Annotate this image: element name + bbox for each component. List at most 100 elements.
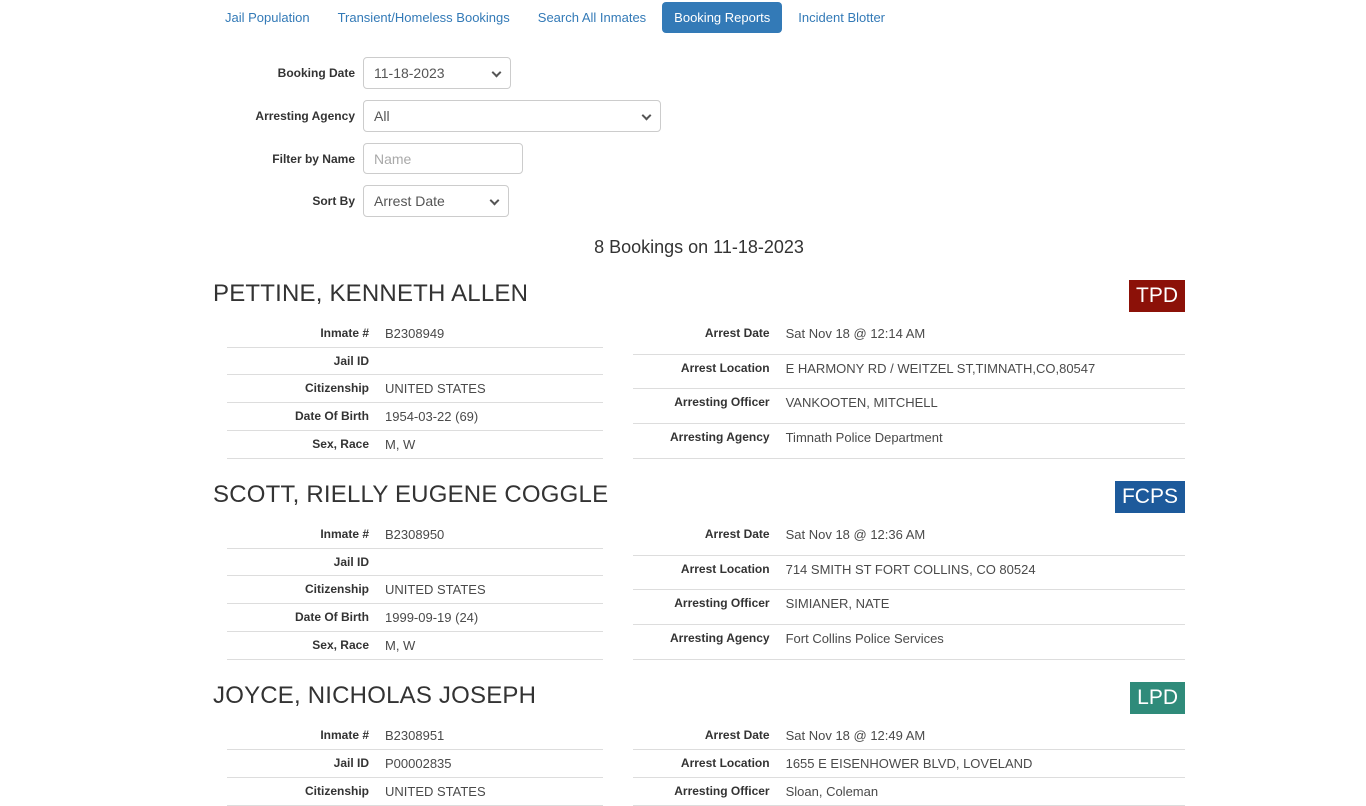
arrest-details-table: Arrest Date Sat Nov 18 @ 12:36 AM Arrest… <box>632 521 1185 660</box>
field-label: Inmate # <box>227 320 377 348</box>
field-label: Arrest Date <box>632 722 778 750</box>
citizenship-value: UNITED STATES <box>377 374 603 403</box>
record-body: Inmate # B2308949 Jail ID Citizenship UN… <box>213 320 1185 459</box>
inmate-number-value: B2308950 <box>377 521 603 549</box>
arrest-date-value: Sat Nov 18 @ 12:14 AM <box>777 320 1185 355</box>
name-filter-input[interactable] <box>363 143 523 174</box>
field-label: Arresting Officer <box>632 388 778 425</box>
field-label: Jail ID <box>227 548 377 576</box>
table-row: Citizenship UNITED STATES <box>227 777 603 806</box>
agency-badge: TPD <box>1129 280 1185 312</box>
tab-incident-blotter[interactable]: Incident Blotter <box>786 2 897 33</box>
field-label: Inmate # <box>227 521 377 549</box>
field-label: Sex, Race <box>227 430 377 459</box>
field-label: Citizenship <box>227 575 377 604</box>
arresting-agency-select[interactable]: All <box>363 100 661 132</box>
sort-by-select[interactable]: Arrest Date <box>363 185 509 217</box>
table-row: Arresting Officer Sloan, Coleman <box>632 777 1185 806</box>
arrest-date-value: Sat Nov 18 @ 12:49 AM <box>777 722 1185 750</box>
arrest-location-value: E HARMONY RD / WEITZEL ST,TIMNATH,CO,805… <box>777 354 1185 390</box>
arresting-agency-row: Arresting Agency All <box>213 100 1185 132</box>
table-row: Inmate # B2308949 <box>227 320 603 348</box>
record-header: JOYCE, NICHOLAS JOSEPH LPD <box>213 682 1185 714</box>
table-row: Arresting Agency Timnath Police Departme… <box>632 423 1185 459</box>
tab-jail-population[interactable]: Jail Population <box>213 2 322 33</box>
table-row: Arrest Date Sat Nov 18 @ 12:36 AM <box>632 521 1185 556</box>
record-header: SCOTT, RIELLY EUGENE COGGLE FCPS <box>213 481 1185 513</box>
inmate-name: SCOTT, RIELLY EUGENE COGGLE <box>213 481 609 508</box>
field-label: Citizenship <box>227 777 377 806</box>
field-label: Arresting Agency <box>632 624 778 660</box>
date-of-birth-value: 1954-03-22 (69) <box>377 402 603 431</box>
table-row: Arresting Agency Fort Collins Police Ser… <box>632 624 1185 660</box>
table-row: Citizenship UNITED STATES <box>227 575 603 604</box>
tab-transient-homeless-bookings[interactable]: Transient/Homeless Bookings <box>326 2 522 33</box>
inmate-number-value: B2308951 <box>377 722 603 750</box>
sort-by-label: Sort By <box>312 194 355 208</box>
table-row: Arrest Location 714 SMITH ST FORT COLLIN… <box>632 555 1185 591</box>
table-row: Jail ID <box>227 347 603 375</box>
citizenship-value: UNITED STATES <box>377 575 603 604</box>
tab-booking-reports[interactable]: Booking Reports <box>662 2 783 33</box>
table-row: Date Of Birth 1999-09-19 (24) <box>227 603 603 632</box>
field-label: Date Of Birth <box>227 402 377 431</box>
sex-race-value: M, W <box>377 430 603 459</box>
field-label: Arrest Date <box>632 320 778 355</box>
field-label: Arresting Officer <box>632 777 778 806</box>
inmate-details-table: Inmate # B2308951 Jail ID P00002835 Citi… <box>227 722 603 806</box>
inmate-details-table: Inmate # B2308949 Jail ID Citizenship UN… <box>227 320 603 459</box>
arresting-agency-value: Fort Collins Police Services <box>777 624 1185 660</box>
filters-panel: Booking Date 11-18-2023 Arresting Agency… <box>213 57 1185 217</box>
sort-by-row: Sort By Arrest Date <box>213 185 1185 217</box>
table-row: Arrest Location E HARMONY RD / WEITZEL S… <box>632 354 1185 390</box>
jail-id-value <box>377 347 603 375</box>
field-label: Arrest Location <box>632 354 778 390</box>
table-row: Jail ID <box>227 548 603 576</box>
booking-date-label: Booking Date <box>277 66 355 80</box>
field-label: Arresting Agency <box>632 423 778 459</box>
inmate-details-table: Inmate # B2308950 Jail ID Citizenship UN… <box>227 521 603 660</box>
record-header: PETTINE, KENNETH ALLEN TPD <box>213 280 1185 312</box>
jail-id-value <box>377 548 603 576</box>
record-body: Inmate # B2308950 Jail ID Citizenship UN… <box>213 521 1185 660</box>
field-label: Arrest Location <box>632 555 778 591</box>
record-body: Inmate # B2308951 Jail ID P00002835 Citi… <box>213 722 1185 806</box>
inmate-name: PETTINE, KENNETH ALLEN <box>213 280 529 307</box>
arrest-details-table: Arrest Date Sat Nov 18 @ 12:14 AM Arrest… <box>632 320 1185 459</box>
inmate-name: JOYCE, NICHOLAS JOSEPH <box>213 682 537 709</box>
arresting-agency-label: Arresting Agency <box>255 109 355 123</box>
date-of-birth-value: 1999-09-19 (24) <box>377 603 603 632</box>
table-row: Sex, Race M, W <box>227 631 603 660</box>
field-label: Jail ID <box>227 347 377 375</box>
table-row: Arrest Location 1655 E EISENHOWER BLVD, … <box>632 749 1185 778</box>
arrest-location-value: 1655 E EISENHOWER BLVD, LOVELAND <box>777 749 1185 778</box>
table-row: Arresting Officer VANKOOTEN, MITCHELL <box>632 388 1185 425</box>
field-label: Sex, Race <box>227 631 377 660</box>
filter-by-name-label: Filter by Name <box>272 151 355 166</box>
table-row: Citizenship UNITED STATES <box>227 374 603 403</box>
tab-search-all-inmates[interactable]: Search All Inmates <box>526 2 658 33</box>
booking-record: SCOTT, RIELLY EUGENE COGGLE FCPS Inmate … <box>213 481 1185 660</box>
table-row: Arresting Officer SIMIANER, NATE <box>632 589 1185 626</box>
jail-id-value: P00002835 <box>377 749 603 778</box>
booking-record: PETTINE, KENNETH ALLEN TPD Inmate # B230… <box>213 280 1185 459</box>
sex-race-value: M, W <box>377 631 603 660</box>
arrest-date-value: Sat Nov 18 @ 12:36 AM <box>777 521 1185 556</box>
booking-date-select[interactable]: 11-18-2023 <box>363 57 511 89</box>
booking-date-row: Booking Date 11-18-2023 <box>213 57 1185 89</box>
arrest-details-table: Arrest Date Sat Nov 18 @ 12:49 AM Arrest… <box>632 722 1185 806</box>
field-label: Citizenship <box>227 374 377 403</box>
table-row: Date Of Birth 1954-03-22 (69) <box>227 402 603 431</box>
arresting-agency-value: Timnath Police Department <box>777 423 1185 459</box>
arrest-location-value: 714 SMITH ST FORT COLLINS, CO 80524 <box>777 555 1185 591</box>
field-label: Arrest Date <box>632 521 778 556</box>
filter-by-name-row: Filter by Name <box>213 143 1185 174</box>
citizenship-value: UNITED STATES <box>377 777 603 806</box>
table-row: Arrest Date Sat Nov 18 @ 12:14 AM <box>632 320 1185 355</box>
table-row: Inmate # B2308951 <box>227 722 603 750</box>
booking-record: JOYCE, NICHOLAS JOSEPH LPD Inmate # B230… <box>213 682 1185 806</box>
field-label: Date Of Birth <box>227 603 377 632</box>
agency-badge: FCPS <box>1114 481 1185 513</box>
bookings-summary: 8 Bookings on 11-18-2023 <box>594 237 804 257</box>
arresting-officer-value: VANKOOTEN, MITCHELL <box>777 388 1185 425</box>
